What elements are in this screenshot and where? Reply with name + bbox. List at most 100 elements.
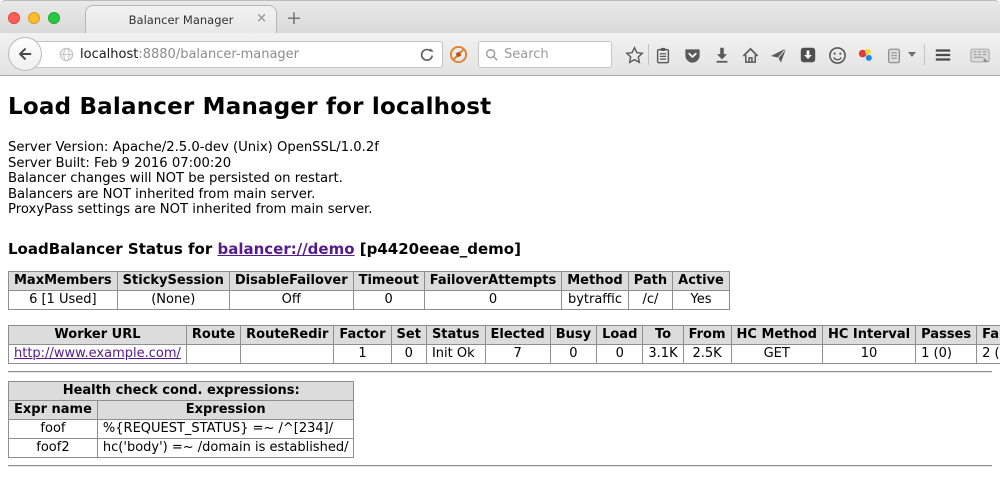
elected-value: 7 — [485, 344, 550, 363]
expr-name-value: foof — [9, 419, 98, 438]
col-path: Path — [628, 271, 672, 290]
video-download-icon[interactable] — [798, 45, 818, 65]
reload-button[interactable] — [419, 47, 435, 67]
col-worker-url: Worker URL — [9, 325, 187, 344]
worker-url-link[interactable]: http://www.example.com/ — [14, 346, 181, 361]
plugin-block-icon[interactable] — [449, 45, 468, 68]
divider — [8, 465, 992, 467]
health-check-table: Health check cond. expressions: Expr nam… — [8, 381, 354, 458]
extension-colors-icon[interactable] — [855, 45, 875, 65]
hc-row: foof %{REQUEST_STATUS} =~ /^[234]/ — [9, 419, 354, 438]
proxypass-notice-line: ProxyPass settings are NOT inherited fro… — [8, 202, 992, 218]
url-host: localhost — [80, 47, 138, 62]
toolbar-separator — [648, 44, 649, 65]
worker-header-row: Worker URL Route RouteRedir Factor Set S… — [9, 325, 1000, 344]
back-button[interactable] — [8, 37, 42, 71]
balancer-heading-prefix: LoadBalancer Status for — [8, 240, 217, 258]
server-built-line: Server Built: Feb 9 2016 07:00:20 — [8, 156, 992, 172]
timeout-value: 0 — [353, 290, 424, 309]
col-maxmembers: MaxMembers — [9, 271, 118, 290]
browser-window: Balancer Manager × + localhost:8880/bala… — [0, 0, 1000, 491]
browser-tab[interactable]: Balancer Manager × — [85, 5, 277, 34]
server-version-line: Server Version: Apache/2.5.0-dev (Unix) … — [8, 140, 992, 156]
page-content: Load Balancer Manager for localhost Serv… — [0, 77, 1000, 491]
failoverattempts-value: 0 — [424, 290, 562, 309]
col-fails: Fails — [977, 325, 1000, 344]
reading-list-icon[interactable] — [653, 45, 673, 65]
col-load: Load — [597, 325, 643, 344]
active-value: Yes — [673, 290, 730, 309]
passes-value: 1 (0) — [916, 344, 977, 363]
hc-title-row: Health check cond. expressions: — [9, 381, 354, 400]
url-text: localhost:8880/balancer-manager — [80, 47, 299, 62]
close-window-button[interactable] — [8, 12, 20, 24]
col-failoverattempts: FailoverAttempts — [424, 271, 562, 290]
tab-bar: Balancer Manager × + — [0, 0, 1000, 33]
worker-table: Worker URL Route RouteRedir Factor Set S… — [8, 325, 1000, 364]
worker-url-cell: http://www.example.com/ — [9, 344, 187, 363]
balancer-heading-suffix: [p4420eeae_demo] — [355, 240, 521, 258]
hc-interval-value: 10 — [822, 344, 915, 363]
back-arrow-icon — [16, 45, 34, 63]
site-globe-icon — [59, 47, 74, 62]
hc-header-row: Expr name Expression — [9, 400, 354, 419]
url-path: :8880/balancer-manager — [138, 47, 299, 62]
col-to: To — [643, 325, 683, 344]
battery-extension-icon[interactable] — [884, 45, 904, 65]
col-elected: Elected — [485, 325, 550, 344]
emoji-icon[interactable] — [827, 45, 847, 65]
factor-value: 1 — [334, 344, 391, 363]
send-page-icon[interactable] — [768, 45, 788, 65]
method-value: bytraffic — [562, 290, 628, 309]
hc-row: foof2 hc('body') =~ /domain is establish… — [9, 438, 354, 457]
routeredir-value — [241, 344, 334, 363]
worker-row: http://www.example.com/ 1 0 Init Ok 7 0 … — [9, 344, 1000, 363]
divider — [8, 371, 992, 373]
path-value: /c/ — [628, 290, 672, 309]
downloads-icon[interactable] — [712, 45, 732, 65]
balancer-heading: LoadBalancer Status for balancer://demo … — [8, 240, 992, 258]
inherit-notice-line: Balancers are NOT inherited from main se… — [8, 187, 992, 203]
fails-value: 2 (0) — [977, 344, 1000, 363]
hc-method-value: GET — [731, 344, 822, 363]
bookmark-star-icon[interactable] — [624, 45, 644, 65]
col-busy: Busy — [550, 325, 596, 344]
stickysession-value: (None) — [117, 290, 229, 309]
server-info: Server Version: Apache/2.5.0-dev (Unix) … — [8, 140, 992, 218]
new-tab-button[interactable]: + — [286, 7, 302, 29]
disablefailover-value: Off — [229, 290, 353, 309]
col-disablefailover: DisableFailover — [229, 271, 353, 290]
col-stickysession: StickySession — [117, 271, 229, 290]
balancer-link[interactable]: balancer://demo — [217, 240, 354, 258]
maxmembers-value: 6 [1 Used] — [9, 290, 118, 309]
expression-value: hc('body') =~ /domain is established/ — [97, 438, 354, 457]
expression-value: %{REQUEST_STATUS} =~ /^[234]/ — [97, 419, 354, 438]
search-field[interactable] — [478, 41, 612, 68]
col-method: Method — [562, 271, 628, 290]
route-value — [186, 344, 240, 363]
col-routeredir: RouteRedir — [241, 325, 334, 344]
zoom-window-button[interactable] — [48, 12, 60, 24]
to-value: 3.1K — [643, 344, 683, 363]
minimize-window-button[interactable] — [28, 12, 40, 24]
close-tab-icon[interactable]: × — [256, 12, 267, 25]
pocket-icon[interactable] — [682, 45, 702, 65]
col-timeout: Timeout — [353, 271, 424, 290]
load-value: 0 — [597, 344, 643, 363]
status-value: Init Ok — [426, 344, 485, 363]
url-bar[interactable]: localhost:8880/balancer-manager — [26, 41, 443, 68]
page-title: Load Balancer Manager for localhost — [8, 94, 992, 120]
balancer-params-header-row: MaxMembers StickySession DisableFailover… — [9, 271, 730, 290]
col-factor: Factor — [334, 325, 391, 344]
col-active: Active — [673, 271, 730, 290]
search-input[interactable] — [504, 47, 604, 62]
toolbar-separator — [924, 44, 925, 65]
col-set: Set — [391, 325, 426, 344]
overflow-caret-icon[interactable] — [908, 52, 916, 57]
keyboard-extension-icon[interactable] — [970, 45, 990, 65]
balancer-params-table: MaxMembers StickySession DisableFailover… — [8, 271, 730, 310]
home-icon[interactable] — [740, 45, 760, 65]
search-icon — [485, 48, 499, 62]
menu-icon[interactable] — [933, 45, 953, 65]
persist-notice-line: Balancer changes will NOT be persisted o… — [8, 171, 992, 187]
